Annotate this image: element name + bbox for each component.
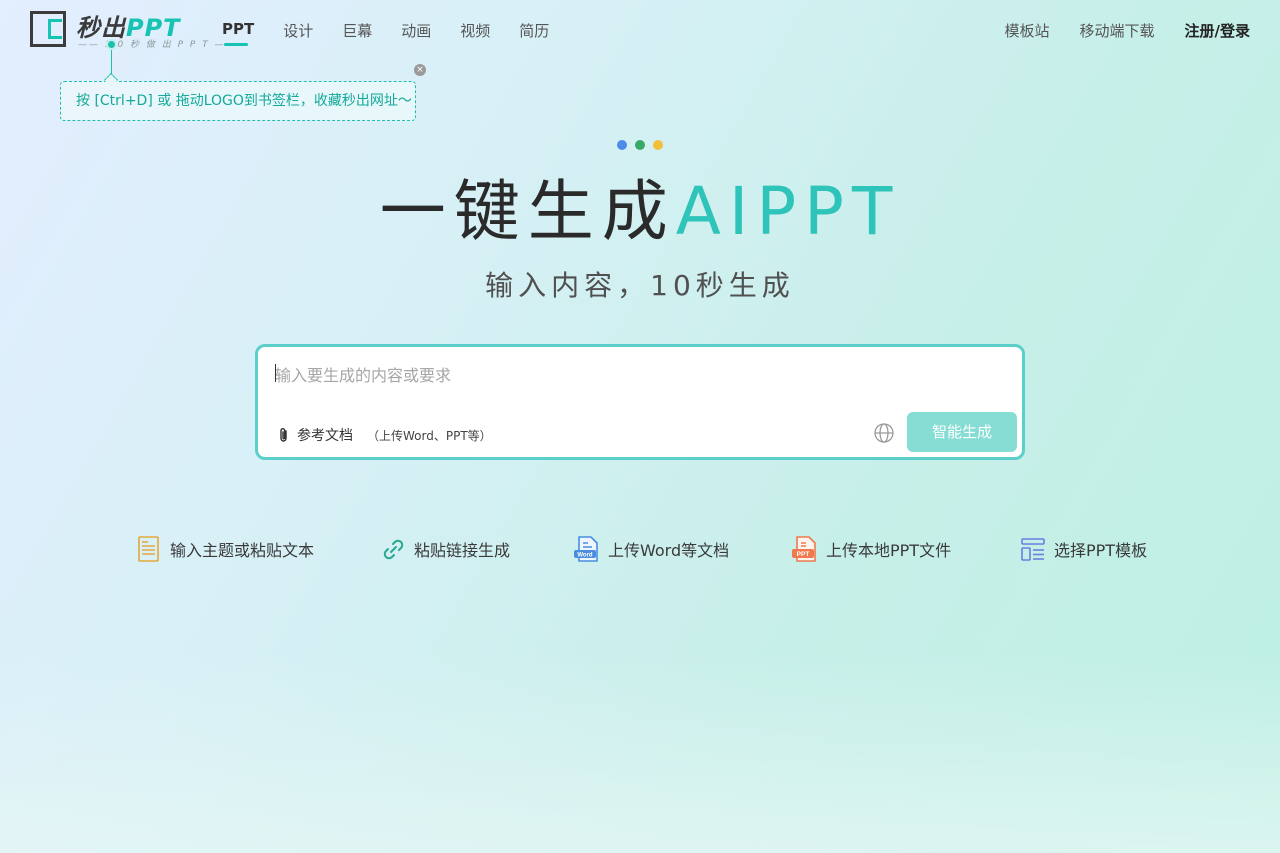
hero-title: 一键生成AIPPT: [379, 173, 901, 250]
hero-subtitle: 输入内容，10秒生成: [485, 269, 795, 302]
main-nav: PPT 设计 巨幕 动画 视频 简历: [222, 20, 578, 46]
generate-button[interactable]: 智能生成: [907, 412, 1017, 452]
option-upload-word-label: 上传Word等文档: [608, 541, 730, 560]
blue-dot-icon: [617, 140, 627, 150]
link-icon: [383, 539, 404, 560]
option-paste-link[interactable]: 粘贴链接生成: [380, 535, 510, 563]
tooltip-pointer-line: [111, 50, 112, 75]
header-right-links: 模板站 移动端下载 注册/登录: [974, 20, 1250, 41]
login-register-link[interactable]: 注册/登录: [1185, 20, 1250, 41]
nav-item-resume[interactable]: 简历: [519, 20, 549, 41]
word-doc-icon: Word: [574, 536, 598, 562]
option-select-template-label: 选择PPT模板: [1054, 541, 1148, 560]
option-upload-word[interactable]: Word 上传Word等文档: [574, 535, 729, 563]
option-select-template[interactable]: 选择PPT模板: [1020, 535, 1147, 563]
template-icon: [1021, 538, 1045, 561]
logo-mark-icon: [30, 11, 66, 47]
prompt-input-box[interactable]: 输入要生成的内容或要求 参考文档 （上传Word、PPT等） 智能生成: [255, 344, 1025, 460]
green-dot-icon: [635, 140, 645, 150]
nav-item-design[interactable]: 设计: [283, 20, 313, 41]
decorative-dots: [617, 140, 671, 150]
nav-item-animation[interactable]: 动画: [401, 20, 431, 41]
globe-icon[interactable]: [873, 422, 895, 444]
background-fade: [0, 653, 1280, 853]
nav-item-ppt[interactable]: PPT: [222, 20, 254, 46]
option-paste-link-label: 粘贴链接生成: [414, 541, 511, 560]
logo-tagline: —— 1 0 秒 做 出 P P T ——: [78, 40, 237, 50]
option-upload-ppt[interactable]: PPT 上传本地PPT文件: [792, 535, 951, 563]
paperclip-icon: [280, 428, 287, 442]
text-doc-icon: [138, 536, 159, 562]
prompt-input-placeholder[interactable]: 输入要生成的内容或要求: [275, 362, 451, 386]
mobile-download-link[interactable]: 移动端下载: [1080, 20, 1155, 41]
tooltip-close-icon[interactable]: ×: [414, 64, 426, 76]
yellow-dot-icon: [653, 140, 663, 150]
svg-text:Word: Word: [577, 553, 593, 559]
reference-doc-button[interactable]: 参考文档 （上传Word、PPT等）: [277, 425, 492, 445]
option-text-input-label: 输入主题或粘贴文本: [170, 541, 315, 560]
reference-doc-hint: （上传Word、PPT等）: [367, 428, 492, 443]
nav-item-giant-screen[interactable]: 巨幕: [342, 20, 372, 41]
nav-item-video[interactable]: 视频: [460, 20, 490, 41]
templates-link[interactable]: 模板站: [1004, 20, 1049, 41]
hero-title-accent: AIPPT: [675, 173, 901, 250]
text-cursor: [275, 364, 276, 382]
bookmark-tooltip: 按 [Ctrl+D] 或 拖动LOGO到书签栏，收藏秒出网址～: [60, 81, 416, 121]
ppt-file-icon: PPT: [792, 536, 816, 562]
option-upload-ppt-label: 上传本地PPT文件: [826, 541, 952, 560]
svg-text:PPT: PPT: [797, 551, 810, 558]
input-options: 输入主题或粘贴文本 粘贴链接生成 Word 上传Word等文档 PPT 上传本地…: [0, 535, 1280, 565]
reference-doc-label: 参考文档: [297, 428, 353, 444]
tooltip-pin-icon: [106, 39, 117, 50]
option-text-input[interactable]: 输入主题或粘贴文本: [136, 535, 314, 563]
header: 秒出PPT —— 1 0 秒 做 出 P P T —— PPT 设计 巨幕 动画…: [0, 0, 1280, 58]
